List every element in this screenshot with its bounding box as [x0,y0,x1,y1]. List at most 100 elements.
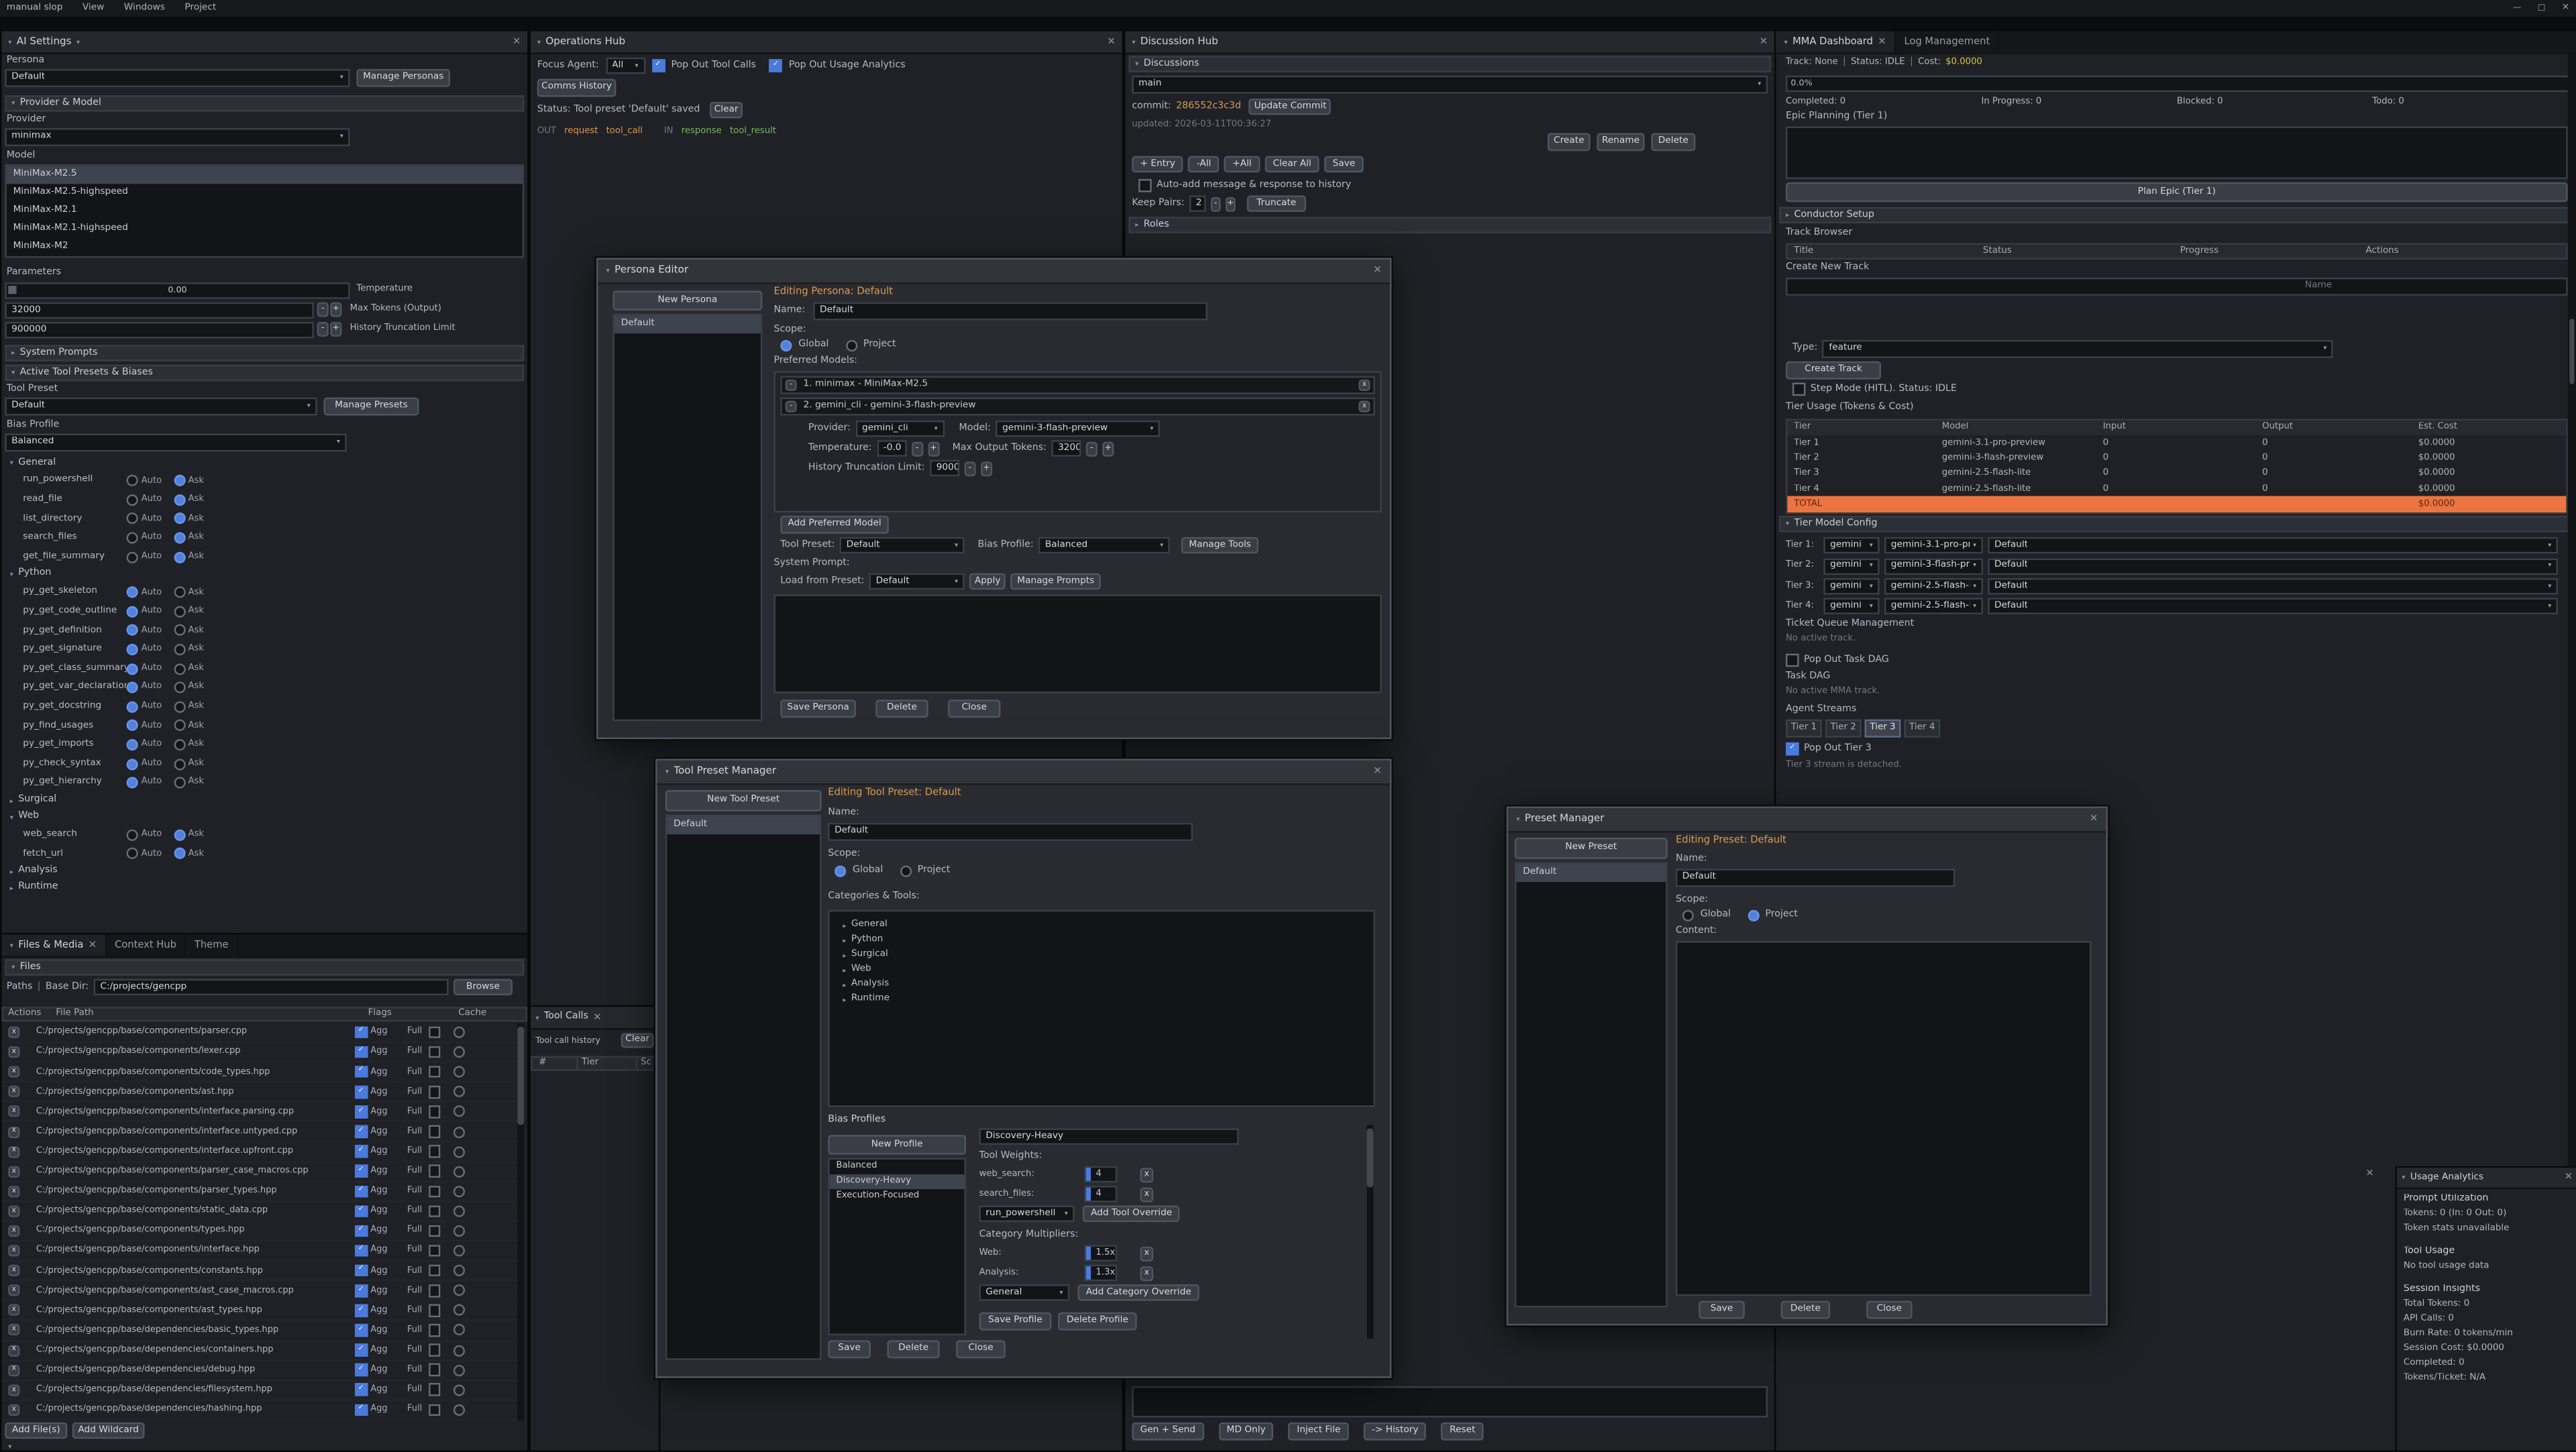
files-tab[interactable]: ▾ Files & Media ✕ [1,934,106,956]
files-tab[interactable]: ▾ Context Hub ✕ [107,934,186,956]
category-triangle-icon[interactable]: ▸ [843,951,846,959]
history-decrement-button[interactable]: - [317,322,329,337]
ask-radio[interactable] [173,829,184,840]
usage-analytics-header[interactable]: ▾ Usage Analytics ✕ [2397,1168,2576,1189]
auto-radio[interactable] [127,475,138,486]
group-triangle-icon[interactable]: ▸ [10,884,13,892]
category-triangle-icon[interactable]: ▸ [843,936,846,944]
collapse-icon[interactable]: ▾ [606,267,610,275]
agg-checkbox[interactable]: ✓ [355,1225,367,1237]
close-dialog-button[interactable]: Close [956,1340,1005,1358]
tab-close-icon[interactable]: ✕ [89,940,97,950]
full-checkbox[interactable]: ✓ [429,1225,441,1237]
operations-hub-header[interactable]: ▾ Operations Hub ✕ [531,32,1122,54]
full-checkbox[interactable]: ✓ [429,1106,441,1118]
tier-provider-select[interactable]: gemini▾ [1823,578,1879,594]
category-row[interactable]: ▸ Runtime [830,992,1374,1007]
remove-file-button[interactable]: x [8,1146,19,1157]
remove-file-button[interactable]: x [8,1046,19,1058]
manage-tools-button[interactable]: Manage Tools [1181,537,1258,553]
comms-history-button[interactable]: Comms History [537,79,616,97]
panel-menu-icon[interactable]: ▾ [76,38,80,46]
save-profile-button[interactable]: Save Profile [979,1313,1052,1331]
footer-button[interactable]: Inject File [1289,1422,1349,1441]
collapse-icon[interactable]: ▾ [665,768,669,776]
cache-indicator-icon[interactable] [454,1364,466,1376]
add-files-button[interactable]: Add File(s) [5,1422,67,1439]
agg-checkbox[interactable]: ✓ [355,1026,367,1038]
collapse-icon[interactable]: ▾ [535,1013,539,1021]
category-row[interactable]: ▸ Python [830,933,1374,948]
remove-file-button[interactable]: x [8,1205,19,1217]
step-mode-checkbox[interactable]: ✓ [1792,383,1806,396]
ask-radio[interactable] [173,758,184,769]
system-prompts-section[interactable]: ▸System Prompts [5,345,524,361]
max-output-decrement-button[interactable]: - [1086,441,1097,456]
tool-preset-select[interactable]: Default▾ [840,537,965,553]
ask-radio[interactable] [173,513,184,524]
global-radio[interactable] [835,866,846,877]
remove-file-button[interactable]: x [8,1126,19,1137]
tool-preset-manager-header[interactable]: ▾ Tool Preset Manager ✕ [657,761,1390,785]
tool-preset-select[interactable]: Default▾ [5,398,317,416]
auto-radio[interactable] [127,533,138,544]
close-icon[interactable]: ✕ [1108,37,1116,47]
agg-checkbox[interactable]: ✓ [355,1404,367,1416]
auto-radio[interactable] [127,758,138,769]
full-checkbox[interactable]: ✓ [429,1205,441,1217]
ask-radio[interactable] [173,606,184,617]
cache-indicator-icon[interactable] [454,1166,466,1177]
history-decrement-button[interactable]: - [964,461,975,476]
keep-pairs-decrement-button[interactable]: - [1211,197,1221,211]
ask-radio[interactable] [173,475,184,486]
category-override-select[interactable]: General▾ [979,1284,1070,1300]
popout-usage-checkbox[interactable]: ✓ [769,59,783,72]
cache-indicator-icon[interactable] [454,1086,466,1098]
agg-checkbox[interactable]: ✓ [355,1265,367,1277]
auto-radio[interactable] [127,777,138,789]
entry-button[interactable]: Save [1324,156,1363,172]
max-tokens-input[interactable]: 32000 [5,302,313,319]
cache-indicator-icon[interactable] [454,1066,466,1078]
ask-radio[interactable] [173,551,184,563]
agg-checkbox[interactable]: ✓ [355,1384,367,1396]
entry-button[interactable]: +All [1224,156,1260,172]
agg-checkbox[interactable]: ✓ [355,1165,367,1177]
cache-indicator-icon[interactable] [454,1106,466,1117]
remove-file-button[interactable]: x [8,1186,19,1197]
model-option[interactable]: MiniMax-M2 [7,238,523,256]
temperature-slider[interactable]: 0.00 [5,282,350,298]
group-triangle-icon[interactable]: ▾ [10,459,13,467]
files-tab[interactable]: ▾ Theme ✕ [186,934,239,956]
full-checkbox[interactable]: ✓ [429,1046,441,1058]
category-row[interactable]: ▸ Surgical [830,948,1374,962]
preset-name-input[interactable]: Default [1676,869,1955,887]
full-checkbox[interactable]: ✓ [429,1026,441,1038]
conductor-setup-section[interactable]: ▸Conductor Setup [1779,207,2571,223]
provider-select[interactable]: gemini_cli▾ [855,421,944,437]
detached-panel-close-icon[interactable]: ✕ [2366,1170,2374,1180]
footer-button[interactable]: Gen + Send [1132,1422,1203,1441]
remove-weight-button[interactable]: x [1140,1186,1154,1201]
cache-indicator-icon[interactable] [454,1126,466,1137]
agg-checkbox[interactable]: ✓ [355,1125,367,1137]
auto-radio[interactable] [127,829,138,840]
tool-group-row[interactable]: ▸ Surgical [1,793,524,809]
cache-indicator-icon[interactable] [454,1325,466,1336]
track-name-input[interactable]: Name [1786,278,2568,296]
ai-settings-header[interactable]: ▾ AI Settings ▾ ✕ [1,32,527,54]
menu-item[interactable]: Project [184,3,216,13]
tier-provider-select[interactable]: gemini▾ [1823,558,1879,574]
window-close-button[interactable]: ✕ [2562,3,2569,13]
remove-file-button[interactable]: x [8,1265,19,1276]
keep-pairs-input[interactable]: 2 [1189,195,1205,211]
popout-tier3-checkbox[interactable]: ✓ [1786,742,1799,756]
global-radio[interactable] [780,340,792,351]
clear-tool-calls-button[interactable]: Clear [621,1033,654,1048]
cache-indicator-icon[interactable] [454,1265,466,1276]
cache-indicator-icon[interactable] [454,1046,466,1058]
full-checkbox[interactable]: ✓ [429,1066,441,1078]
entry-button[interactable]: -All [1188,156,1219,172]
remove-file-button[interactable]: x [8,1364,19,1376]
project-radio[interactable] [900,866,911,877]
